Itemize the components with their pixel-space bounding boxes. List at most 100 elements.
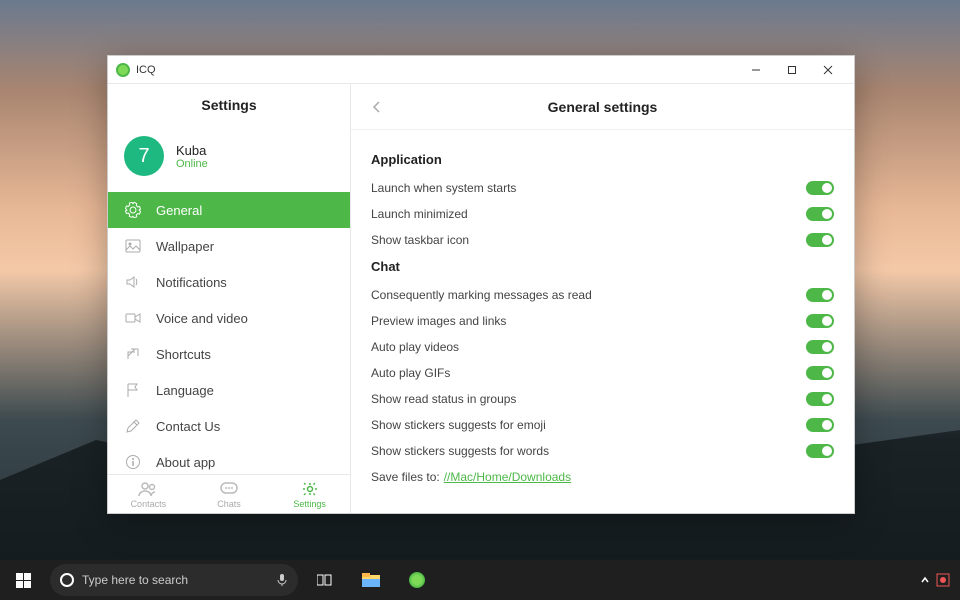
shortcut-icon [124, 345, 142, 363]
image-icon [124, 237, 142, 255]
toggle-switch[interactable] [806, 418, 834, 432]
sidebar-item-label: Shortcuts [156, 347, 211, 362]
toggle-switch[interactable] [806, 366, 834, 380]
tray-app-icon [936, 573, 950, 587]
setting-row: Auto play GIFs [371, 360, 834, 386]
video-icon [124, 309, 142, 327]
profile-status: Online [176, 158, 208, 170]
settings-icon [300, 481, 320, 497]
taskbar: Type here to search [0, 560, 960, 600]
toggle-switch[interactable] [806, 444, 834, 458]
setting-row: Launch minimized [371, 201, 834, 227]
sidebar-item-label: General [156, 203, 202, 218]
toggle-switch[interactable] [806, 233, 834, 247]
toggle-switch[interactable] [806, 181, 834, 195]
sidebar-item-about-app[interactable]: About app [108, 444, 350, 474]
tab-label: Contacts [131, 499, 167, 509]
setting-label: Show stickers suggests for emoji [371, 418, 546, 432]
start-button[interactable] [0, 560, 46, 600]
info-icon [124, 453, 142, 471]
content-body[interactable]: Application Launch when system starts Laun… [351, 130, 854, 513]
setting-row: Auto play videos [371, 334, 834, 360]
system-tray[interactable] [910, 573, 960, 587]
file-explorer-button[interactable] [348, 560, 394, 600]
tab-chats[interactable]: Chats [189, 475, 270, 513]
sidebar-header: Settings [108, 84, 350, 126]
edit-icon [124, 417, 142, 435]
chats-icon [219, 481, 239, 497]
save-files-path[interactable]: //Mac/Home/Downloads [444, 470, 571, 484]
sidebar-item-general[interactable]: General [108, 192, 350, 228]
app-window: ICQ Settings 7 Kuba Online General Wallpa… [107, 55, 855, 514]
window-title: ICQ [136, 64, 156, 76]
setting-row: Show stickers suggests for words [371, 438, 834, 464]
setting-label: Auto play GIFs [371, 366, 450, 380]
profile-name: Kuba [176, 143, 208, 158]
app-icon [116, 63, 130, 77]
setting-row: Show taskbar icon [371, 227, 834, 253]
setting-label: Show taskbar icon [371, 233, 469, 247]
titlebar: ICQ [108, 56, 854, 84]
bottom-tabs: Contacts Chats Settings [108, 474, 350, 513]
flag-icon [124, 381, 142, 399]
sidebar-item-contact-us[interactable]: Contact Us [108, 408, 350, 444]
content-pane: General settings Application Launch when … [351, 84, 854, 513]
toggle-switch[interactable] [806, 314, 834, 328]
speaker-icon [124, 273, 142, 291]
toggle-switch[interactable] [806, 288, 834, 302]
setting-row: Show read status in groups [371, 386, 834, 412]
setting-label: Consequently marking messages as read [371, 288, 592, 302]
tab-label: Chats [217, 499, 241, 509]
setting-row: Preview images and links [371, 308, 834, 334]
contacts-icon [138, 481, 158, 497]
search-placeholder: Type here to search [82, 573, 268, 587]
minimize-button[interactable] [738, 56, 774, 84]
sidebar-item-label: Voice and video [156, 311, 248, 326]
close-button[interactable] [810, 56, 846, 84]
search-icon [60, 573, 74, 587]
content-title: General settings [548, 99, 658, 115]
setting-row: Show stickers suggests for emoji [371, 412, 834, 438]
nav-list: General Wallpaper Notifications Voice and v… [108, 192, 350, 474]
taskbar-search[interactable]: Type here to search [50, 564, 298, 596]
back-button[interactable] [367, 97, 387, 117]
sidebar-item-label: Contact Us [156, 419, 220, 434]
tray-chevron-icon [920, 575, 930, 585]
setting-label: Preview images and links [371, 314, 506, 328]
sidebar-item-label: About app [156, 455, 215, 470]
sidebar-item-wallpaper[interactable]: Wallpaper [108, 228, 350, 264]
tab-label: Settings [293, 499, 326, 509]
toggle-switch[interactable] [806, 340, 834, 354]
sidebar-item-language[interactable]: Language [108, 372, 350, 408]
sidebar-item-label: Notifications [156, 275, 227, 290]
content-header: General settings [351, 84, 854, 130]
setting-label: Launch minimized [371, 207, 468, 221]
setting-label: Show stickers suggests for words [371, 444, 549, 458]
section-title: Chat [371, 259, 834, 274]
sidebar-item-label: Wallpaper [156, 239, 214, 254]
sidebar-item-shortcuts[interactable]: Shortcuts [108, 336, 350, 372]
section-title: Application [371, 152, 834, 167]
sidebar-item-voice-and-video[interactable]: Voice and video [108, 300, 350, 336]
setting-label: Show read status in groups [371, 392, 516, 406]
setting-label: Launch when system starts [371, 181, 516, 195]
icq-taskbar-button[interactable] [394, 560, 440, 600]
save-files-row: Save files to: //Mac/Home/Downloads [371, 464, 834, 490]
maximize-button[interactable] [774, 56, 810, 84]
mic-icon [276, 573, 288, 587]
tab-contacts[interactable]: Contacts [108, 475, 189, 513]
sidebar-item-label: Language [156, 383, 214, 398]
toggle-switch[interactable] [806, 392, 834, 406]
profile-block[interactable]: 7 Kuba Online [108, 126, 350, 192]
setting-row: Consequently marking messages as read [371, 282, 834, 308]
tab-settings[interactable]: Settings [269, 475, 350, 513]
sidebar-item-notifications[interactable]: Notifications [108, 264, 350, 300]
save-files-label: Save files to: [371, 470, 440, 484]
windows-icon [16, 573, 31, 588]
task-view-button[interactable] [302, 560, 348, 600]
toggle-switch[interactable] [806, 207, 834, 221]
avatar: 7 [124, 136, 164, 176]
setting-label: Auto play videos [371, 340, 459, 354]
sidebar: Settings 7 Kuba Online General Wallpaper N… [108, 84, 351, 513]
setting-row: Launch when system starts [371, 175, 834, 201]
